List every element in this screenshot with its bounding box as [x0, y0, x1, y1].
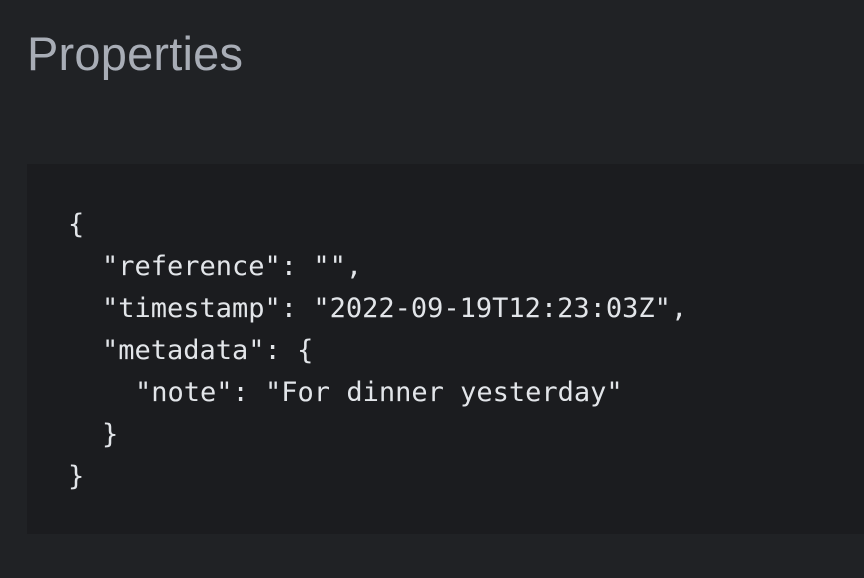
code-line-reference: "reference": "",: [102, 251, 363, 282]
code-line-close-brace: }: [68, 461, 85, 492]
code-line-metadata-open: "metadata": {: [102, 335, 314, 366]
page-title: Properties: [27, 27, 244, 80]
code-line-timestamp: "timestamp": "2022-09-19T12:23:03Z",: [102, 293, 688, 324]
code-content: { "reference": "", "timestamp": "2022-09-1…: [27, 204, 864, 498]
json-code-block: { "reference": "", "timestamp": "2022-09-1…: [27, 164, 864, 534]
code-line-note: "note": "For dinner yesterday": [135, 377, 623, 408]
code-line-open-brace: {: [68, 209, 85, 240]
code-line-metadata-close: }: [102, 419, 119, 450]
